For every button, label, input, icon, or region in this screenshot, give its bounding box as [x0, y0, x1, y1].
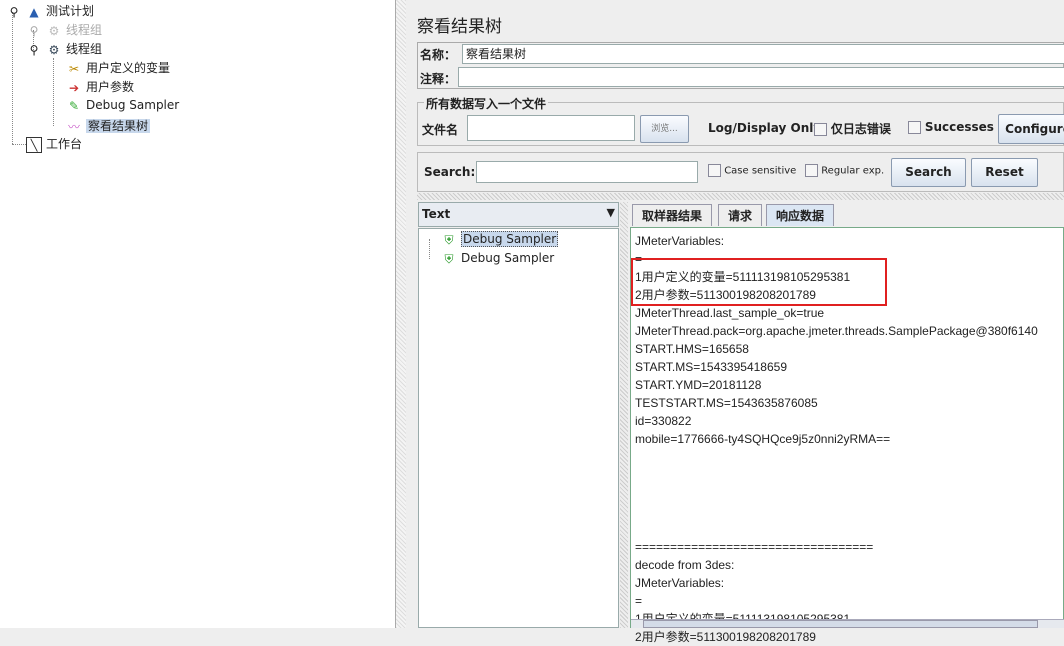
regex-checkbox[interactable]: Regular exp. — [805, 164, 884, 177]
gear-disabled-icon: ⚙ — [48, 23, 60, 38]
tools-icon: ✂ — [68, 61, 80, 76]
vertical-splitter[interactable] — [417, 193, 1064, 200]
workbench-icon: ╲ — [26, 136, 42, 153]
file-group: 所有数据写入一个文件 文件名 浏览... Log/Display Only: 仅… — [417, 95, 1064, 146]
name-input[interactable]: 察看结果树 — [462, 44, 1064, 64]
gear-icon: ⚙ — [48, 42, 60, 57]
case-sensitive-label: Case sensitive — [724, 165, 797, 177]
response-line: JMeterThread.pack=org.apache.jmeter.thre… — [635, 324, 1038, 338]
renderer-selected: Text — [422, 207, 451, 221]
errors-only-label: 仅日志错误 — [830, 122, 891, 136]
horizontal-scrollbar[interactable] — [631, 619, 1064, 628]
tree-node-user-parameters[interactable]: ➔ 用户参数 — [66, 78, 134, 96]
response-line: JMeterVariables: — [635, 234, 725, 248]
reset-button[interactable]: Reset — [971, 158, 1038, 187]
response-line: JMeterThread.last_sample_ok=true — [635, 306, 825, 320]
configure-button[interactable]: Configure — [998, 114, 1064, 144]
browse-button[interactable]: 浏览... — [640, 115, 689, 143]
response-line: = — [635, 594, 643, 608]
results-list[interactable]: ⛨ Debug Sampler ⛨ Debug Sampler — [418, 228, 619, 628]
response-line: START.MS=1543395418659 — [635, 360, 787, 374]
test-plan-icon: ▲ — [29, 4, 39, 19]
success-shield-icon: ⛨ — [444, 251, 454, 266]
expand-handle-icon[interactable]: ⚲ — [6, 4, 22, 20]
search-button[interactable]: Search — [891, 158, 966, 187]
expand-handle-icon: ⚲ — [29, 23, 39, 38]
response-line: START.YMD=20181128 — [635, 378, 762, 392]
successes-label: Successes — [924, 120, 994, 134]
tree-node-debug-sampler[interactable]: ✎ Debug Sampler — [66, 96, 179, 114]
tree-node-thread-group-disabled[interactable]: ⚲ ⚙ 线程组 — [26, 21, 102, 39]
user-params-icon: ➔ — [68, 80, 80, 95]
log-display-label: Log/Display Only: — [708, 121, 826, 135]
response-line: TESTSTART.MS=1543635876085 — [635, 396, 818, 410]
search-input[interactable] — [476, 161, 698, 183]
response-line: decode from 3des: — [635, 558, 735, 572]
horizontal-splitter[interactable] — [620, 202, 628, 628]
page-title: 察看结果树 — [417, 17, 502, 37]
tree-node-user-defined-variables[interactable]: ✂ 用户定义的变量 — [66, 59, 170, 77]
tree-node-view-results-tree[interactable]: 〰察看结果树 — [66, 117, 151, 135]
renderer-select[interactable]: Text ▼ — [418, 202, 619, 227]
test-plan-tree[interactable]: ⚲ ▲ 测试计划 ⚲ ⚙ 线程组 ⚲ ⚙ 线程组 ✂ 用户定义的变量 ➔ 用户参数 ✎ Debug… — [0, 0, 396, 628]
result-item[interactable]: ⛨ Debug Sampler — [441, 230, 559, 248]
scrollbar-thumb[interactable] — [643, 620, 1038, 628]
errors-only-checkbox[interactable]: 仅日志错误 — [814, 120, 891, 137]
tab-sampler-result[interactable]: 取样器结果 — [632, 204, 713, 226]
regex-label: Regular exp. — [821, 165, 885, 177]
tree-node-test-plan[interactable]: ⚲ ▲ 测试计划 — [6, 2, 94, 20]
success-shield-icon: ⛨ — [444, 232, 454, 247]
expand-handle-icon: ⚲ — [29, 42, 39, 57]
splitter[interactable] — [396, 0, 406, 628]
chevron-down-icon: ▼ — [606, 206, 615, 219]
response-line: JMeterVariables: — [635, 576, 725, 590]
tree-node-thread-group[interactable]: ⚲ ⚙ 线程组 — [26, 40, 102, 58]
tab-response-data[interactable]: 响应数据 — [766, 204, 835, 226]
search-label: Search: — [424, 165, 476, 179]
comment-label: 注释： — [420, 72, 457, 86]
filename-label: 文件名 — [422, 123, 459, 137]
highlight-box — [631, 258, 887, 306]
successes-checkbox[interactable]: Successes — [908, 120, 994, 134]
response-line: id=330822 — [635, 414, 692, 428]
response-line: 2用户参数=511300198208201789 — [635, 630, 816, 644]
response-line: ================================== — [635, 540, 874, 554]
comment-input[interactable] — [458, 67, 1064, 87]
tree-node-workbench[interactable]: ╲ 工作台 — [26, 135, 82, 153]
file-group-title: 所有数据写入一个文件 — [424, 95, 549, 112]
search-panel: Search: Case sensitive Regular exp. Sear… — [417, 152, 1064, 192]
graph-icon: 〰 — [67, 119, 80, 134]
name-comment-group: 名称： 察看结果树 注释： — [417, 42, 1064, 89]
response-line: mobile=1776666-ty4SQHQce9j5z0nni2yRMA== — [635, 432, 891, 446]
case-sensitive-checkbox[interactable]: Case sensitive — [708, 164, 796, 177]
filename-input[interactable] — [467, 115, 635, 141]
response-line: START.HMS=165658 — [635, 342, 749, 356]
result-item[interactable]: ⛨ Debug Sampler — [441, 249, 554, 267]
tab-request[interactable]: 请求 — [718, 204, 763, 226]
name-label: 名称： — [420, 48, 457, 62]
pen-icon: ✎ — [68, 98, 80, 113]
